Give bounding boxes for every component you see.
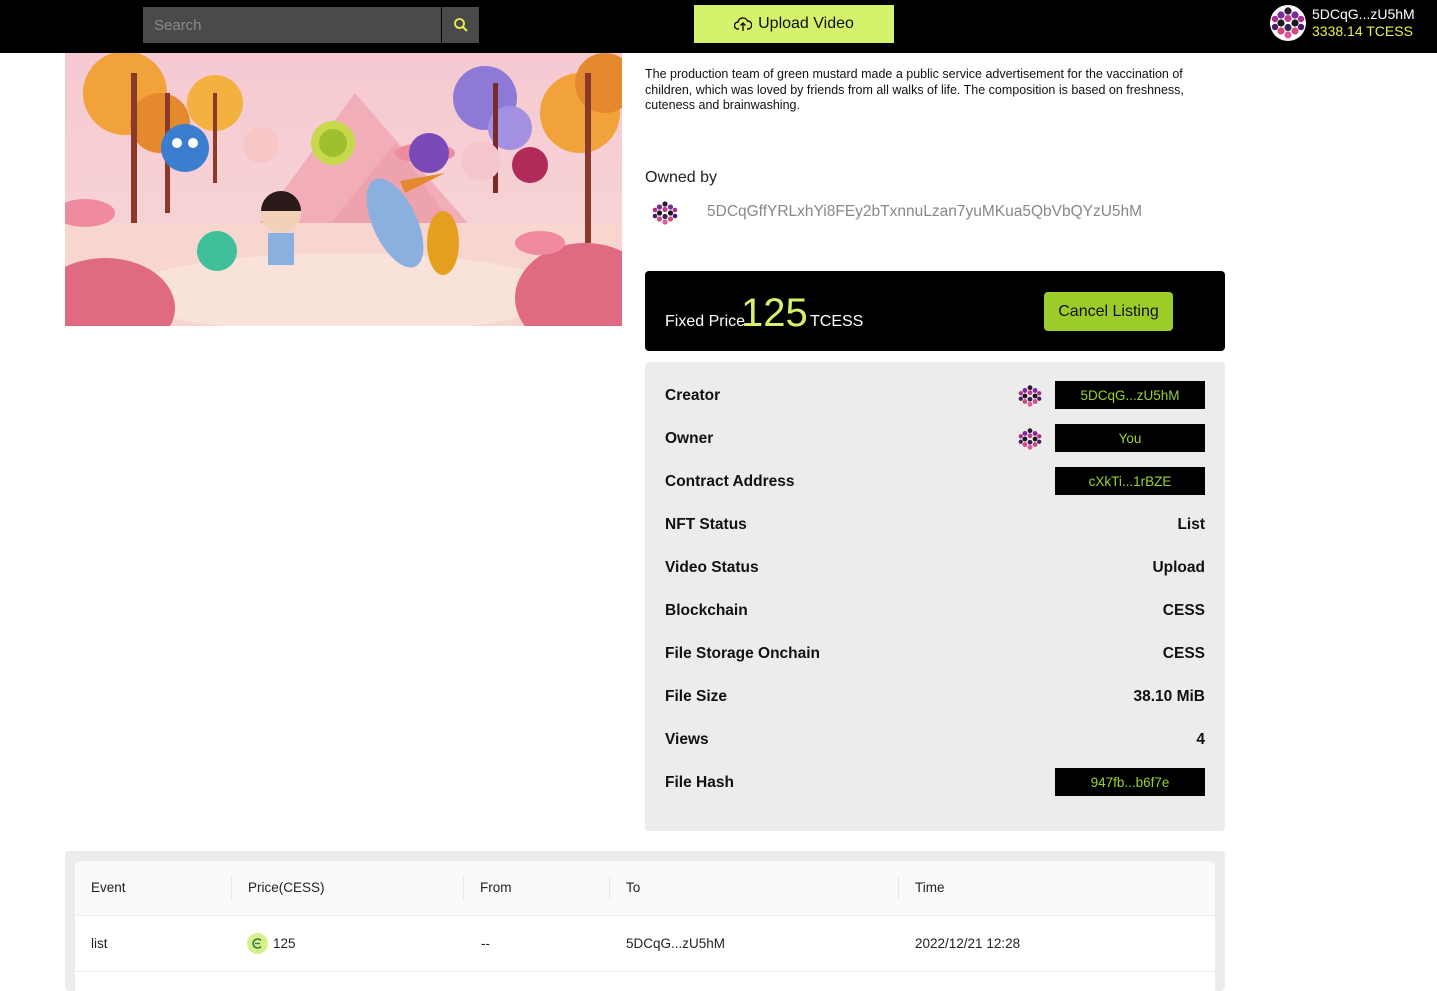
account-balance: 3338.14 TCESS [1312,23,1413,39]
nft-status-label: NFT Status [665,516,747,533]
owner-detail-avatar [1018,427,1042,451]
events-panel: Event Price(CESS) From To Time list 125 … [65,851,1225,991]
events-table: Event Price(CESS) From To Time list 125 … [75,861,1215,991]
cloud-upload-icon [734,17,753,31]
cess-coin-icon [247,933,268,954]
detail-row-creator: Creator 5DCqG...zU5hM [645,381,1225,411]
video-thumbnail-illustration [65,53,622,326]
detail-row-nft-status: NFT Status List [645,510,1225,540]
blockchain-value: CESS [1162,602,1205,619]
upload-video-button[interactable]: Upload Video [694,5,894,43]
event-to[interactable]: 5DCqG...zU5hM [626,936,725,951]
column-header-time: Time [915,880,945,895]
file-size-value: 38.10 MiB [1133,688,1205,705]
video-thumbnail[interactable] [65,53,622,326]
column-header-event: Event [91,880,126,895]
creator-avatar [1018,384,1042,408]
views-value: 4 [1196,731,1205,748]
owner-address[interactable]: 5DCqGffYRLxhYi8FEy2bTxnnuLzan7yuMKua5QbV… [707,203,1142,221]
column-divider [463,877,464,899]
owner-avatar [652,200,678,226]
search-button[interactable] [442,7,479,43]
polkadot-identicon [652,201,678,225]
detail-row-file-hash: File Hash 947fb...b6f7e [645,768,1225,798]
event-price: 125 [273,936,296,951]
fixed-price-unit: TCESS [810,313,864,330]
top-navigation-bar: Upload Video 5DCqG...zU5hM [0,0,1437,53]
search-icon [453,18,468,32]
file-size-label: File Size [665,688,728,705]
detail-row-video-status: Video Status Upload [645,553,1225,583]
file-hash-label: File Hash [665,774,734,791]
avatar [1270,5,1306,41]
owner-label: Owner [665,430,714,447]
nft-details-panel: Creator 5DCqG...zU5hM Owner You Contract… [645,362,1225,831]
fixed-price-value: 125 [741,291,808,335]
upload-video-label: Upload Video [758,15,854,32]
detail-row-storage: File Storage Onchain CESS [645,639,1225,669]
detail-row-file-size: File Size 38.10 MiB [645,682,1225,712]
nft-status-value: List [1177,516,1205,533]
file-hash-chip[interactable]: 947fb...b6f7e [1055,768,1205,796]
column-divider [609,877,610,899]
file-storage-value: CESS [1162,645,1205,662]
event-from: -- [481,936,490,951]
event-time: 2022/12/21 12:28 [915,936,1021,951]
event-type: list [91,936,108,951]
search-input[interactable] [143,7,441,43]
contract-address-label: Contract Address [665,473,795,490]
polkadot-identicon [1018,385,1042,407]
fixed-price-label: Fixed Price [665,313,746,330]
account-address: 5DCqG...zU5hM [1312,6,1415,22]
owner-chip[interactable]: You [1055,424,1205,452]
account-menu[interactable]: 5DCqG...zU5hM 3338.14 TCESS [1270,5,1430,43]
contract-address-chip[interactable]: cXkTi...1rBZE [1055,467,1205,495]
video-status-label: Video Status [665,559,759,576]
views-label: Views [665,731,709,748]
events-table-header: Event Price(CESS) From To Time [75,861,1215,916]
creator-address-chip[interactable]: 5DCqG...zU5hM [1055,381,1205,409]
video-status-value: Upload [1152,559,1205,576]
owned-by-label: Owned by [645,169,718,186]
column-divider [898,877,899,899]
blockchain-label: Blockchain [665,602,748,619]
detail-row-contract: Contract Address cXkTi...1rBZE [645,467,1225,497]
column-divider [231,877,232,899]
column-header-from: From [480,880,512,895]
creator-label: Creator [665,387,721,404]
listing-price-panel: Fixed Price 125 TCESS Cancel Listing [645,271,1225,351]
column-header-price: Price(CESS) [248,880,325,895]
table-row: list 125 -- 5DCqG...zU5hM 2022/12/21 12:… [75,916,1215,972]
cancel-listing-button[interactable]: Cancel Listing [1044,292,1173,331]
polkadot-identicon [1271,6,1305,40]
detail-row-views: Views 4 [645,725,1225,755]
detail-row-blockchain: Blockchain CESS [645,596,1225,626]
column-header-to: To [626,880,641,895]
detail-row-owner: Owner You [645,424,1225,454]
file-storage-label: File Storage Onchain [665,645,821,662]
video-description: The production team of green mustard mad… [645,67,1184,112]
polkadot-identicon [1018,428,1042,450]
